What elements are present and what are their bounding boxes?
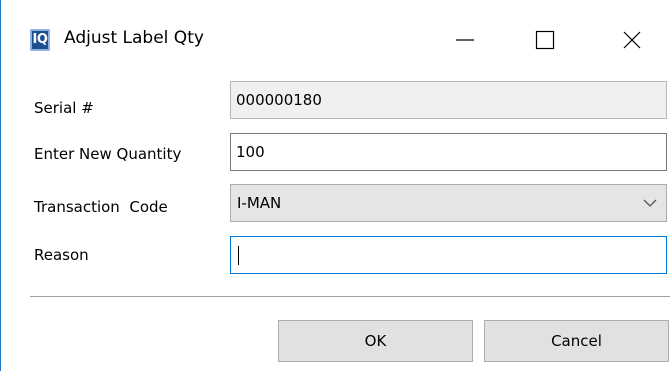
window-title: Adjust Label Qty [64,28,204,48]
chevron-down-icon [643,199,657,207]
reason-input[interactable] [230,236,667,274]
cancel-button[interactable]: Cancel [484,320,669,362]
minimize-button[interactable] [430,20,500,60]
title-bar[interactable]: IQ Adjust Label Qty [1,0,671,76]
transaction-code-select[interactable]: I-MAN [230,184,667,222]
text-caret [238,246,239,265]
quantity-input[interactable]: 100 [230,133,667,171]
adjust-label-qty-dialog: IQ Adjust Label Qty Serial # 000000180 E… [0,0,671,371]
close-icon [623,31,641,49]
transaction-code-value: I-MAN [237,194,282,212]
separator [30,296,670,297]
app-logo-icon: IQ [30,29,50,51]
transaction-code-label: Transaction Code [34,198,168,216]
maximize-icon [535,30,555,50]
reason-label: Reason [34,246,89,264]
quantity-label: Enter New Quantity [34,145,182,163]
maximize-button[interactable] [510,20,580,60]
serial-field: 000000180 [230,81,667,119]
ok-button[interactable]: OK [278,320,473,362]
minimize-icon [456,39,474,41]
close-button[interactable] [597,20,667,60]
serial-label: Serial # [34,99,94,117]
